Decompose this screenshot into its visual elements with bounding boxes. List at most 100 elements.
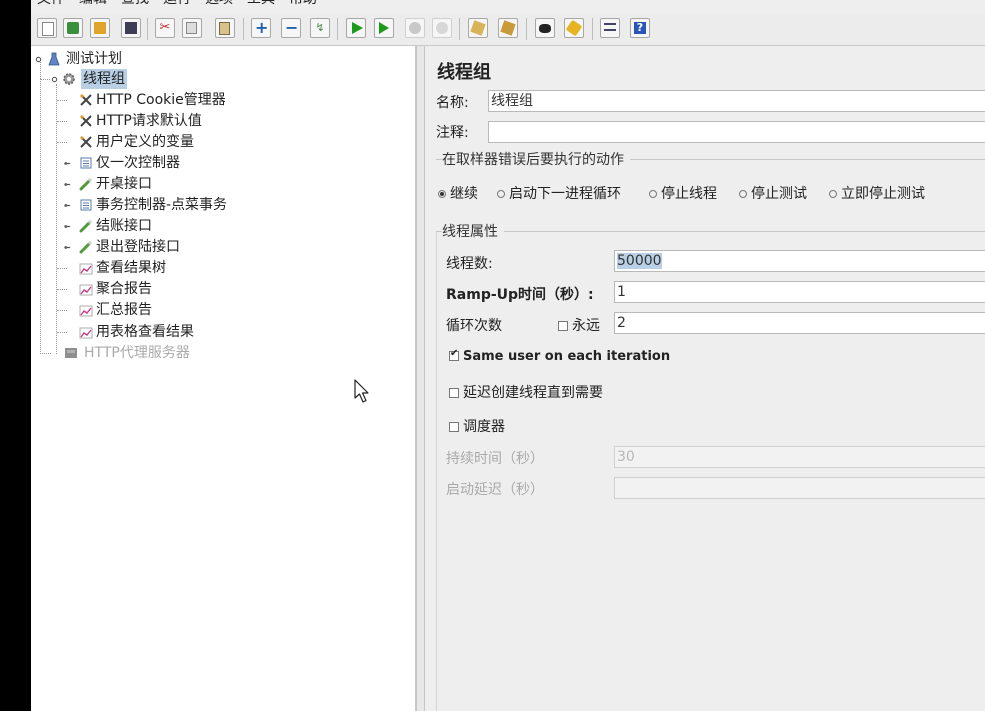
menu-edit[interactable]: 编辑 [79,0,107,8]
radio-icon [739,190,747,198]
tree-node-label: 结账接口 [96,218,152,234]
duration-label: 持续时间（秒） [446,451,544,467]
delay-thread-creation-checkbox[interactable]: 延迟创建线程直到需要 [449,382,603,402]
help-icon[interactable]: ? [630,18,650,38]
duration-field[interactable]: 30 [614,446,985,468]
checkbox-icon [449,388,459,398]
save-icon[interactable] [121,18,141,38]
paste-icon[interactable] [215,18,235,38]
tree-node-label: 开桌接口 [96,176,152,192]
tree-expanded-toggle-icon[interactable] [51,76,58,83]
startup-delay-field[interactable] [614,477,985,499]
startup-delay-label: 启动延迟（秒） [446,482,544,498]
clear-icon[interactable] [468,18,488,38]
search-icon[interactable] [535,18,555,38]
tree-collapsed-toggle-icon[interactable] [64,160,71,167]
new-icon[interactable] [37,18,57,38]
props-group-title: 线程属性 [442,221,504,241]
name-field[interactable]: 线程组 [488,90,985,112]
tree-node-label-disabled: HTTP代理服务器 [84,345,190,361]
start-icon[interactable] [346,18,366,38]
split-pane-divider[interactable] [416,46,425,711]
controller-icon [80,199,92,211]
sampler-icon [79,220,92,233]
thread-group-panel: 线程组 名称: 线程组 注释: 在取样器错误后要执行的动作 继续 启动下一进程循… [426,46,985,711]
forever-checkbox[interactable]: 永远 [558,315,600,335]
stop-icon[interactable] [405,18,425,38]
threads-field[interactable]: 50000 [614,250,985,272]
mouse-pointer-icon [354,379,369,403]
scheduler-checkbox[interactable]: 调度器 [449,416,505,436]
templates-icon[interactable] [63,18,83,38]
checkbox-icon [558,321,568,331]
expand-icon[interactable]: + [251,18,271,38]
radio-icon [649,190,657,198]
tree-node-label: HTTP请求默认值 [96,113,202,129]
radio-selected-icon [438,190,446,198]
gear-icon [63,73,75,85]
menu-help[interactable]: 帮助 [289,0,317,8]
open-icon[interactable] [90,18,110,38]
tree-node-label: 退出登陆接口 [96,239,180,255]
shutdown-icon[interactable] [432,18,452,38]
tree-collapsed-toggle-icon[interactable] [64,223,71,230]
rampup-field[interactable]: 1 [614,281,985,303]
start-no-pause-icon[interactable] [374,18,394,38]
tree-collapsed-toggle-icon[interactable] [64,202,71,209]
tree-node-label: 事务控制器-点菜事务 [96,197,228,213]
reset-search-icon[interactable] [564,18,584,38]
toggle-icon[interactable]: ↯ [310,18,330,38]
radio-stop-test[interactable]: 停止测试 [739,183,807,203]
threads-value-selected: 50000 [617,253,662,269]
collapse-icon[interactable]: − [281,18,301,38]
loop-count-field[interactable]: 2 [614,312,985,334]
menu-options[interactable]: 选项 [205,0,233,8]
tree-node-label: 仅一次控制器 [96,155,180,171]
listener-icon [79,284,93,296]
listener-icon [79,305,93,317]
menu-run[interactable]: 运行 [163,0,191,8]
thread-properties-group: 线程属性 线程数: 50000 Ramp-Up时间（秒）: 1 循环次数 永远 … [436,221,985,711]
menu-file[interactable]: 文件 [37,0,65,8]
tree-node-label: 聚合报告 [96,281,152,297]
copy-icon[interactable] [182,18,202,38]
tree-node-label: 查看结果树 [96,260,166,276]
controller-icon [80,157,92,169]
error-group-title: 在取样器错误后要执行的动作 [442,149,630,169]
menu-bar: 文件 编辑 查找 运行 选项 工具 帮助 [31,0,985,10]
comment-field[interactable] [488,121,985,143]
checkbox-checked-icon [449,348,459,361]
panel-title: 线程组 [437,62,491,83]
listener-icon [79,263,93,275]
jmeter-window: 文件 编辑 查找 运行 选项 工具 帮助 ✂ + − ↯ ? [31,0,985,711]
proxy-server-icon [65,348,77,358]
toolbar: ✂ + − ↯ ? [31,13,985,46]
clear-all-icon[interactable] [498,18,518,38]
radio-icon [497,190,505,198]
radio-icon [829,190,837,198]
same-user-checkbox[interactable]: Same user on each iteration [449,348,670,364]
tree-expanded-toggle-icon[interactable] [35,56,42,63]
radio-start-next-loop[interactable]: 启动下一进程循环 [497,183,621,203]
radio-continue[interactable]: 继续 [438,183,478,203]
sampler-icon [79,178,92,191]
test-plan-tree[interactable]: 测试计划 线程组 HTTP Cookie管理器 HTTP请求默认值 用户定义的变… [31,46,416,711]
tree-node-label: 用表格查看结果 [96,324,194,340]
listener-icon [79,327,93,339]
comment-label: 注释: [436,125,469,141]
cut-icon[interactable]: ✂ [155,18,175,38]
rampup-label: Ramp-Up时间（秒）: [446,287,594,303]
sampler-icon [79,241,92,254]
function-helper-icon[interactable] [600,18,620,38]
radio-stop-test-now[interactable]: 立即停止测试 [829,183,925,203]
radio-stop-thread[interactable]: 停止线程 [649,183,717,203]
menu-tools[interactable]: 工具 [247,0,275,8]
test-plan-icon [48,52,60,66]
tree-node-label-selected: 线程组 [81,69,127,89]
sampler-error-action-group: 在取样器错误后要执行的动作 继续 启动下一进程循环 停止线程 停止测试 立即停止… [436,149,985,214]
checkbox-icon [449,422,459,432]
tree-collapsed-toggle-icon[interactable] [64,244,71,251]
tree-collapsed-toggle-icon[interactable] [64,181,71,188]
tree-node-label: 用户定义的变量 [96,134,194,150]
menu-search[interactable]: 查找 [121,0,149,8]
